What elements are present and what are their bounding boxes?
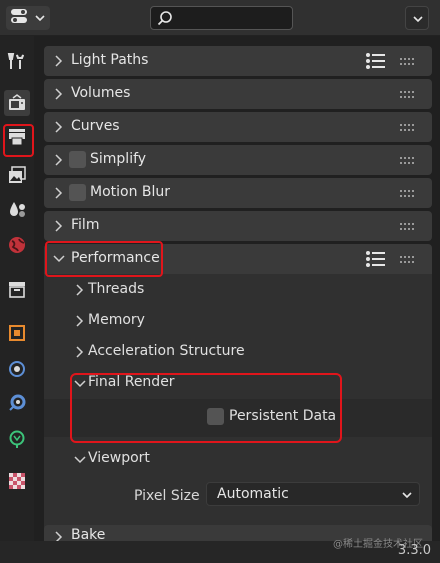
performance-highlight <box>45 241 163 277</box>
motion-blur-checkbox[interactable] <box>69 184 86 201</box>
simplify-checkbox[interactable] <box>69 151 86 168</box>
tab-physics[interactable] <box>4 426 30 452</box>
subpanel-label: Acceleration Structure <box>88 343 245 359</box>
drag-handle-icon[interactable] <box>400 190 416 198</box>
search-input[interactable] <box>150 6 293 30</box>
final-render-highlight <box>70 373 342 443</box>
tab-view-layer[interactable] <box>4 162 30 188</box>
pixel-size-value: Automatic <box>217 486 289 502</box>
chevron-right-icon <box>55 154 63 166</box>
drag-handle-icon[interactable] <box>400 124 416 132</box>
orange-square-icon <box>9 325 25 341</box>
search-icon <box>156 10 174 32</box>
blue-circle-icon <box>9 361 25 377</box>
tab-render[interactable] <box>4 90 30 116</box>
subpanel-label: Viewport <box>88 450 150 466</box>
panel-film[interactable]: Film <box>44 211 432 241</box>
presets-list-icon[interactable] <box>366 251 386 267</box>
subpanel-label: Threads <box>88 281 145 297</box>
tab-modifiers[interactable] <box>4 356 30 382</box>
tab-object[interactable] <box>4 320 30 346</box>
drag-handle-icon[interactable] <box>400 256 416 264</box>
panel-motion-blur[interactable]: Motion Blur <box>44 178 432 208</box>
drag-handle-icon[interactable] <box>400 223 416 231</box>
scene-icon <box>10 202 25 217</box>
properties-main-area: Light Paths Volumes Curves Simplify Moti… <box>34 36 440 541</box>
chevron-right-icon <box>55 55 63 67</box>
drag-handle-icon[interactable] <box>400 157 416 165</box>
panel-label: Bake <box>71 527 106 541</box>
chevron-right-icon <box>55 531 63 541</box>
chevron-right-icon <box>76 284 84 296</box>
presets-list-icon[interactable] <box>366 53 386 69</box>
subpanel-memory[interactable]: Memory <box>44 306 432 336</box>
pixel-size-label: Pixel Size <box>134 488 200 504</box>
panel-volumes[interactable]: Volumes <box>44 79 432 109</box>
tab-scene[interactable] <box>4 196 30 222</box>
camera-back-icon <box>9 94 25 110</box>
render-tab-highlight <box>3 124 34 157</box>
panel-light-paths[interactable]: Light Paths <box>44 46 432 76</box>
subpanel-threads[interactable]: Threads <box>44 275 432 305</box>
wrench-screwdriver-icon <box>7 53 24 69</box>
pixel-size-dropdown[interactable]: Automatic <box>206 482 420 506</box>
status-bar: @稀土掘金技术社区 3.3.0 <box>0 539 440 563</box>
chevron-right-icon <box>55 220 63 232</box>
properties-editor: Light Paths Volumes Curves Simplify Moti… <box>0 0 440 563</box>
drag-handle-icon[interactable] <box>400 91 416 99</box>
panel-label: Motion Blur <box>90 184 171 200</box>
chevron-right-icon <box>76 315 84 327</box>
subpanel-acceleration-structure[interactable]: Acceleration Structure <box>44 337 432 367</box>
panel-label: Film <box>71 217 100 233</box>
tab-collection[interactable] <box>4 276 30 302</box>
chevron-down-icon <box>34 10 46 29</box>
panel-curves[interactable]: Curves <box>44 112 432 142</box>
panel-label: Curves <box>71 118 120 134</box>
tab-tool[interactable] <box>4 48 30 74</box>
tab-world[interactable] <box>4 232 30 258</box>
panel-label: Volumes <box>71 85 131 101</box>
tab-texture[interactable] <box>4 468 30 494</box>
chevron-down-icon <box>402 492 412 499</box>
checker-icon <box>9 473 25 489</box>
subpanel-label: Memory <box>88 312 145 328</box>
drag-handle-icon[interactable] <box>400 58 416 66</box>
panel-simplify[interactable]: Simplify <box>44 145 432 175</box>
version-label: 3.3.0 <box>397 543 431 558</box>
toggle-icon <box>10 8 32 28</box>
chevron-right-icon <box>76 346 84 358</box>
subpanel-viewport[interactable]: Viewport <box>44 444 432 474</box>
chevron-down-icon <box>413 16 423 23</box>
header-bar <box>0 0 440 36</box>
chevron-right-icon <box>55 121 63 133</box>
box-icon <box>9 282 25 298</box>
blue-ring-icon <box>9 394 26 411</box>
tab-particles[interactable] <box>4 390 30 416</box>
panel-label: Simplify <box>90 151 147 167</box>
chevron-right-icon <box>55 187 63 199</box>
image-stack-icon <box>9 166 26 183</box>
chevron-down-icon <box>74 456 86 464</box>
editor-type-button[interactable] <box>6 6 50 30</box>
green-circle-icon <box>9 430 25 448</box>
properties-tab-bar <box>0 36 34 541</box>
options-dropdown-button[interactable] <box>405 6 429 30</box>
panel-label: Light Paths <box>71 52 149 68</box>
chevron-right-icon <box>55 88 63 100</box>
globe-icon <box>9 237 25 253</box>
